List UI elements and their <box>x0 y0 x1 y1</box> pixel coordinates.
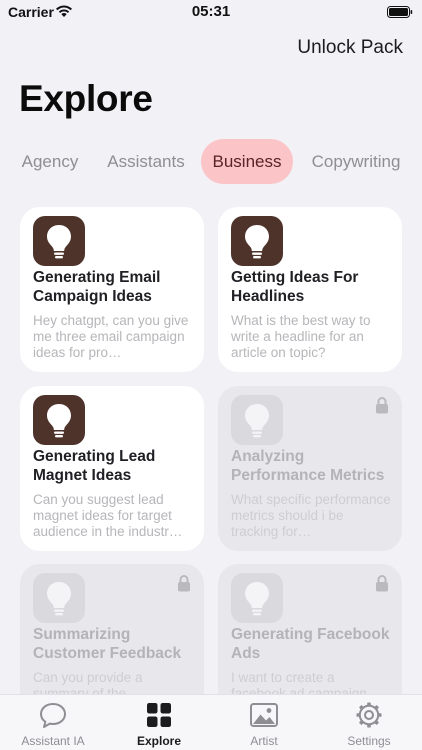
card-description: What specific performance metrics should… <box>231 492 391 539</box>
unlock-pack-button[interactable]: Unlock Pack <box>297 37 403 59</box>
bottom-tab-bar: Assistant IA Explore Artist Settings <box>0 694 422 750</box>
tabbar-label: Explore <box>136 734 181 748</box>
locked-prompt-card[interactable]: Analyzing Performance Metrics What speci… <box>218 386 402 551</box>
card-title: Getting Ideas For Headlines <box>231 269 359 305</box>
photo-icon <box>250 703 278 727</box>
locked-prompt-card[interactable]: Generating Facebook Ads I want to create… <box>218 564 402 694</box>
chat-bubble-icon <box>40 703 66 728</box>
card-title: Generating Email Campaign Ideas <box>33 269 161 305</box>
lightbulb-icon <box>245 225 269 259</box>
tab-assistants[interactable]: Assistants <box>98 139 194 184</box>
category-tabs: Agency Assistants Business Copywriting <box>0 139 422 185</box>
tabbar-item-explore[interactable]: Explore <box>106 701 212 749</box>
tabbar-label: Settings <box>347 734 391 748</box>
lock-icon <box>376 575 388 592</box>
card-icon-tile <box>33 573 85 623</box>
tab-copywriting[interactable]: Copywriting <box>302 139 410 184</box>
locked-prompt-card[interactable]: Summarizing Customer Feedback Can you pr… <box>20 564 204 694</box>
card-icon-tile <box>231 395 283 445</box>
page-title: Explore <box>19 78 153 119</box>
tab-agency[interactable]: Agency <box>10 139 90 184</box>
card-icon-tile <box>33 395 85 445</box>
card-description: I want to create a facebook ad campaign… <box>231 670 381 694</box>
lightbulb-icon <box>47 225 71 259</box>
prompt-card[interactable]: Generating Lead Magnet Ideas Can you sug… <box>20 386 204 551</box>
prompt-card[interactable]: Generating Email Campaign Ideas Hey chat… <box>20 207 204 372</box>
lightbulb-icon <box>245 404 269 438</box>
tabbar-item-settings[interactable]: Settings <box>316 701 422 749</box>
card-title: Generating Facebook Ads <box>231 626 390 662</box>
prompt-card[interactable]: Getting Ideas For Headlines What is the … <box>218 207 402 372</box>
card-description: What is the best way to write a headline… <box>231 313 371 360</box>
tabbar-item-artist[interactable]: Artist <box>211 701 317 749</box>
card-description: Can you provide a summary of the… <box>33 670 143 694</box>
card-title: Generating Lead Magnet Ideas <box>33 448 156 484</box>
tabbar-label: Artist <box>250 734 278 748</box>
prompt-card-grid: Generating Email Campaign Ideas Hey chat… <box>0 207 422 694</box>
lightbulb-icon <box>47 404 71 438</box>
card-icon-tile <box>33 216 85 266</box>
tabbar-item-assistant[interactable]: Assistant IA <box>0 701 106 749</box>
tab-business[interactable]: Business <box>201 139 293 184</box>
status-time: 05:31 <box>191 3 231 20</box>
card-description: Can you suggest lead magnet ideas for ta… <box>33 492 183 539</box>
lock-icon <box>376 397 388 414</box>
card-description: Hey chatgpt, can you give me three email… <box>33 313 189 360</box>
explore-screen: Carrier 05:31 Unlock Pack Explore Agency… <box>0 0 422 750</box>
tabbar-label: Assistant IA <box>21 734 85 748</box>
card-icon-tile <box>231 216 283 266</box>
card-title: Analyzing Performance Metrics <box>231 448 385 484</box>
battery-icon <box>387 6 413 18</box>
lightbulb-icon <box>47 582 71 616</box>
grid-icon <box>147 703 171 727</box>
status-bar: Carrier 05:31 <box>0 0 422 26</box>
lightbulb-icon <box>245 582 269 616</box>
card-icon-tile <box>231 573 283 623</box>
card-title: Summarizing Customer Feedback <box>33 626 182 662</box>
gear-icon <box>356 702 382 728</box>
lock-icon <box>178 575 190 592</box>
